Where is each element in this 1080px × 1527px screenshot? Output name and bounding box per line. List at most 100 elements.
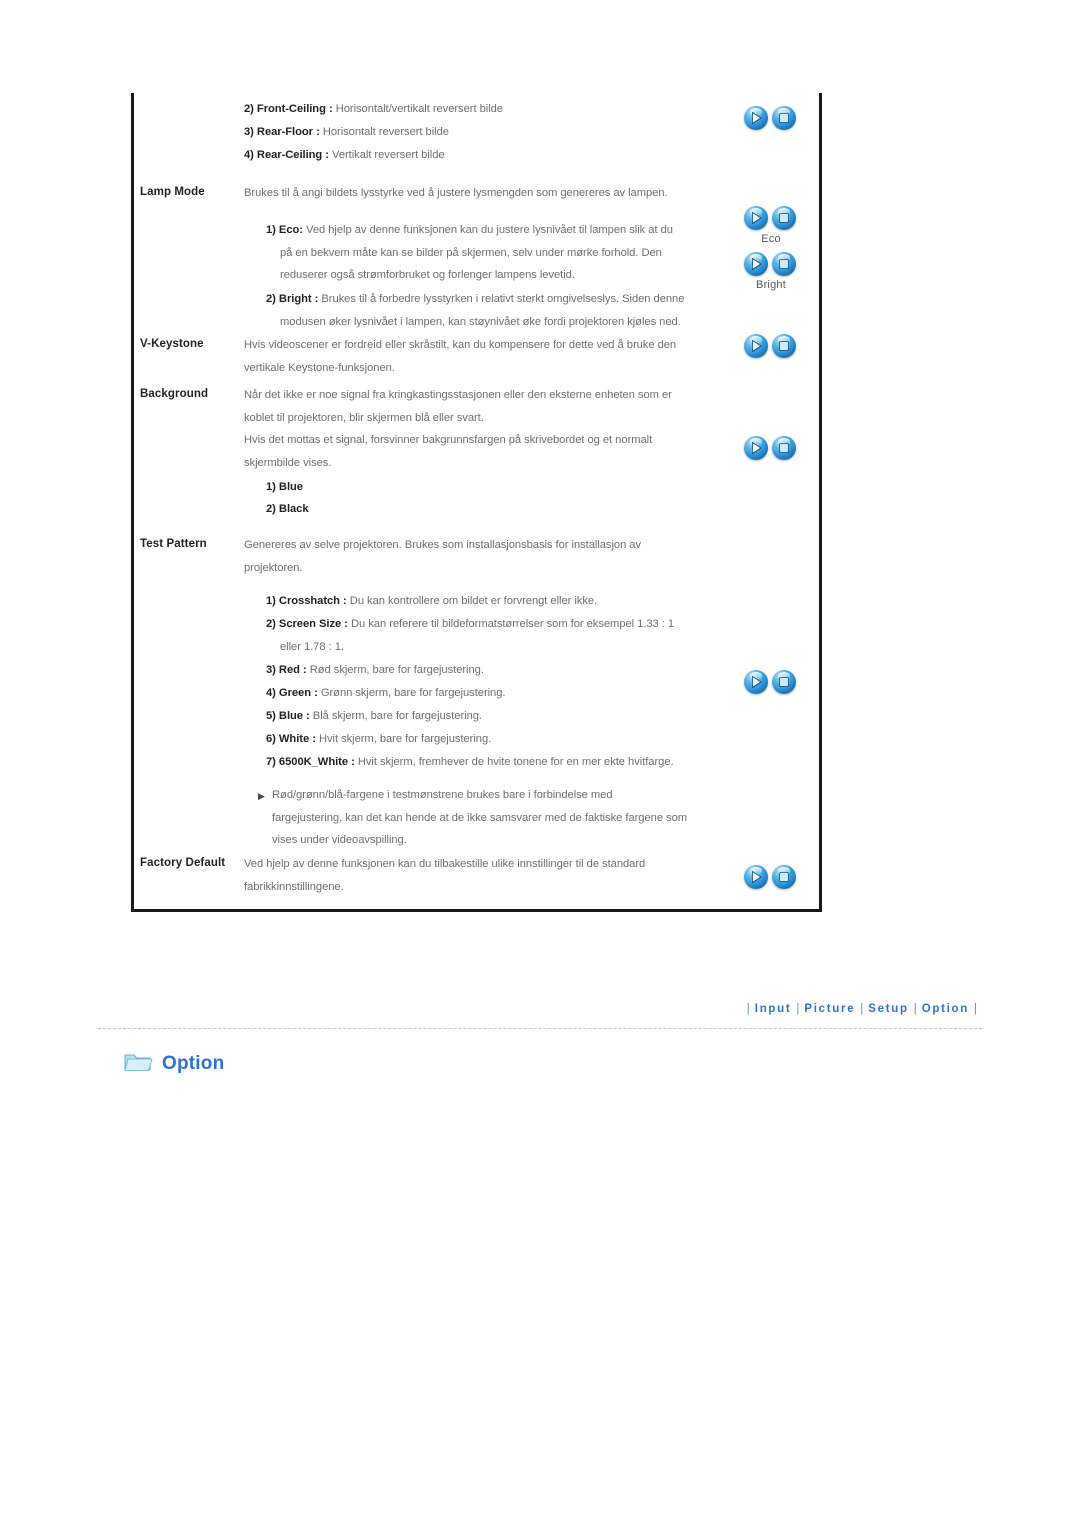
list-desc-cont: eller 1.78 : 1. [280, 640, 344, 653]
row-label-test-pattern: Test Pattern [140, 538, 207, 550]
list-separator: : [312, 733, 316, 745]
spec-table: 2) Front-Ceiling : Horisontalt/vertikalt… [134, 93, 819, 909]
nav-separator: | [746, 1003, 750, 1015]
row-body-line: Ved hjelp av denne funksjonen kan du til… [244, 858, 646, 870]
icon-group-v-keystone[interactable] [744, 334, 798, 358]
list-desc: Horisontalt reversert bilde [322, 126, 449, 138]
list-name: Screen Size [278, 618, 342, 630]
stop-sphere-icon[interactable] [772, 334, 796, 358]
list-item: 5) Blue : Blå skjerm, bare for fargejust… [266, 705, 756, 728]
list-item: 2) Screen Size : Du kan referere til bil… [266, 613, 756, 658]
footer-nav: | Input | Picture | Setup | Option | [0, 1003, 1080, 1027]
row-body-line: Når det ikke er noe signal fra kringkast… [244, 389, 672, 401]
section-heading-option: Option [123, 1047, 224, 1081]
list-separator: : [314, 293, 319, 305]
row-body-factory-default: Ved hjelp av denne funksjonen kan du til… [244, 853, 744, 898]
row-label-factory-default: Factory Default [140, 857, 226, 869]
nav-link-picture[interactable]: Picture [804, 1003, 855, 1015]
list-index: 1) [266, 224, 276, 236]
list-desc: Du kan kontrollere om bildet er forvreng… [349, 595, 598, 607]
list-index: 2) [266, 293, 276, 305]
folder-icon [123, 1050, 153, 1079]
icon-caption-bright: Bright [756, 279, 786, 291]
nav-separator: | [913, 1003, 917, 1015]
list-index: 7) [266, 756, 276, 768]
stop-sphere-icon[interactable] [772, 106, 796, 130]
note-block: ▶ Rød/grønn/blå-fargene i testmønstrene … [258, 784, 758, 852]
list-desc: Horisontalt/vertikalt reversert bilde [335, 103, 503, 115]
list-item: 4) Rear-Ceiling : Vertikalt reversert bi… [244, 144, 445, 167]
stop-sphere-icon[interactable] [772, 865, 796, 889]
play-sphere-icon[interactable] [744, 106, 768, 130]
list-desc: Blå skjerm, bare for fargejustering. [312, 710, 482, 722]
list-index: 2) [244, 103, 254, 115]
icon-caption-eco: Eco [761, 233, 781, 245]
row-body-lamp-mode: Brukes til å angi bildets lysstyrke ved … [244, 182, 744, 205]
list-desc-cont: modusen øker lysnivået i lampen, kan stø… [280, 315, 681, 328]
list-desc: Vertikalt reversert bilde [332, 149, 445, 161]
list-name: Bright [278, 293, 312, 305]
list-desc-cont: på en bekvem måte kan se bilder på skjer… [280, 246, 662, 259]
play-sphere-icon[interactable] [744, 206, 768, 230]
note-line: vises under videoavspilling. [272, 834, 407, 847]
list-index: 2) [266, 618, 276, 630]
list-name: Black [278, 503, 309, 515]
list-name: Blue [278, 710, 303, 722]
list-item: 2) Black [266, 498, 309, 521]
spec-content-box: 2) Front-Ceiling : Horisontalt/vertikalt… [131, 93, 822, 912]
row-body-line: Genereres av selve projektoren. Brukes s… [244, 539, 642, 551]
list-index: 1) [266, 595, 276, 607]
row-body-line: Brukes til å angi bildets lysstyrke ved … [244, 187, 668, 199]
row-label-lamp-mode: Lamp Mode [140, 186, 205, 198]
stop-sphere-icon[interactable] [772, 206, 796, 230]
play-sphere-icon[interactable] [744, 334, 768, 358]
list-item: 1) Eco: Ved hjelp av denne funksjonen ka… [266, 219, 756, 287]
icon-group-front-ceiling[interactable] [744, 106, 798, 130]
list-desc: Hvit skjerm, bare for fargejustering. [318, 733, 492, 745]
list-index: 5) [266, 710, 276, 722]
stop-sphere-icon[interactable] [772, 436, 796, 460]
play-sphere-icon[interactable] [744, 436, 768, 460]
list-index: 2) [266, 503, 276, 515]
icon-group-background[interactable] [744, 436, 798, 460]
play-sphere-icon[interactable] [744, 865, 768, 889]
list-name: White [278, 733, 310, 745]
play-sphere-icon[interactable] [744, 670, 768, 694]
icon-group-factory-default[interactable] [744, 865, 798, 889]
nav-separator: | [860, 1003, 864, 1015]
stop-sphere-icon[interactable] [772, 670, 796, 694]
icon-group-bright[interactable] [744, 252, 798, 276]
list-index: 4) [244, 149, 254, 161]
list-separator: : [325, 149, 329, 161]
list-separator: : [302, 664, 307, 676]
icon-group-test-pattern[interactable] [744, 670, 798, 694]
list-item: 1) Crosshatch : Du kan kontrollere om bi… [266, 590, 756, 613]
list-item: 1) Blue [266, 476, 303, 499]
nav-link-setup[interactable]: Setup [868, 1003, 908, 1015]
list-name: Blue [278, 481, 303, 493]
list-name: Red [278, 664, 300, 676]
nav-link-option[interactable]: Option [922, 1003, 969, 1015]
list-name: Rear-Ceiling [256, 149, 323, 161]
list-name: Crosshatch [278, 595, 340, 607]
stop-sphere-icon[interactable] [772, 252, 796, 276]
list-item: 2) Front-Ceiling : Horisontalt/vertikalt… [244, 98, 503, 121]
list-index: 1) [266, 481, 276, 493]
note-line: fargejustering, kan det kan hende at de … [272, 811, 688, 824]
list-name: 6500K_White [278, 756, 349, 768]
section-heading-label: Option [162, 1053, 225, 1074]
list-index: 3) [266, 664, 276, 676]
play-sphere-icon[interactable] [744, 252, 768, 276]
row-body-background: Når det ikke er noe signal fra kringkast… [244, 384, 744, 474]
icon-group-eco[interactable] [744, 206, 798, 230]
list-item: 7) 6500K_White : Hvit skjerm, fremhever … [266, 751, 756, 774]
list-name: Front-Ceiling [256, 103, 326, 115]
row-body-line: vertikale Keystone-funksjonen. [244, 361, 395, 374]
list-separator: : [306, 710, 310, 722]
nav-separator: | [796, 1003, 800, 1015]
list-index: 3) [244, 126, 254, 138]
row-label-v-keystone: V-Keystone [140, 338, 204, 350]
nav-link-input[interactable]: Input [755, 1003, 792, 1015]
list-item: 2) Bright : Brukes til å forbedre lyssty… [266, 288, 756, 333]
list-desc: Rød skjerm, bare for fargejustering. [309, 664, 484, 676]
